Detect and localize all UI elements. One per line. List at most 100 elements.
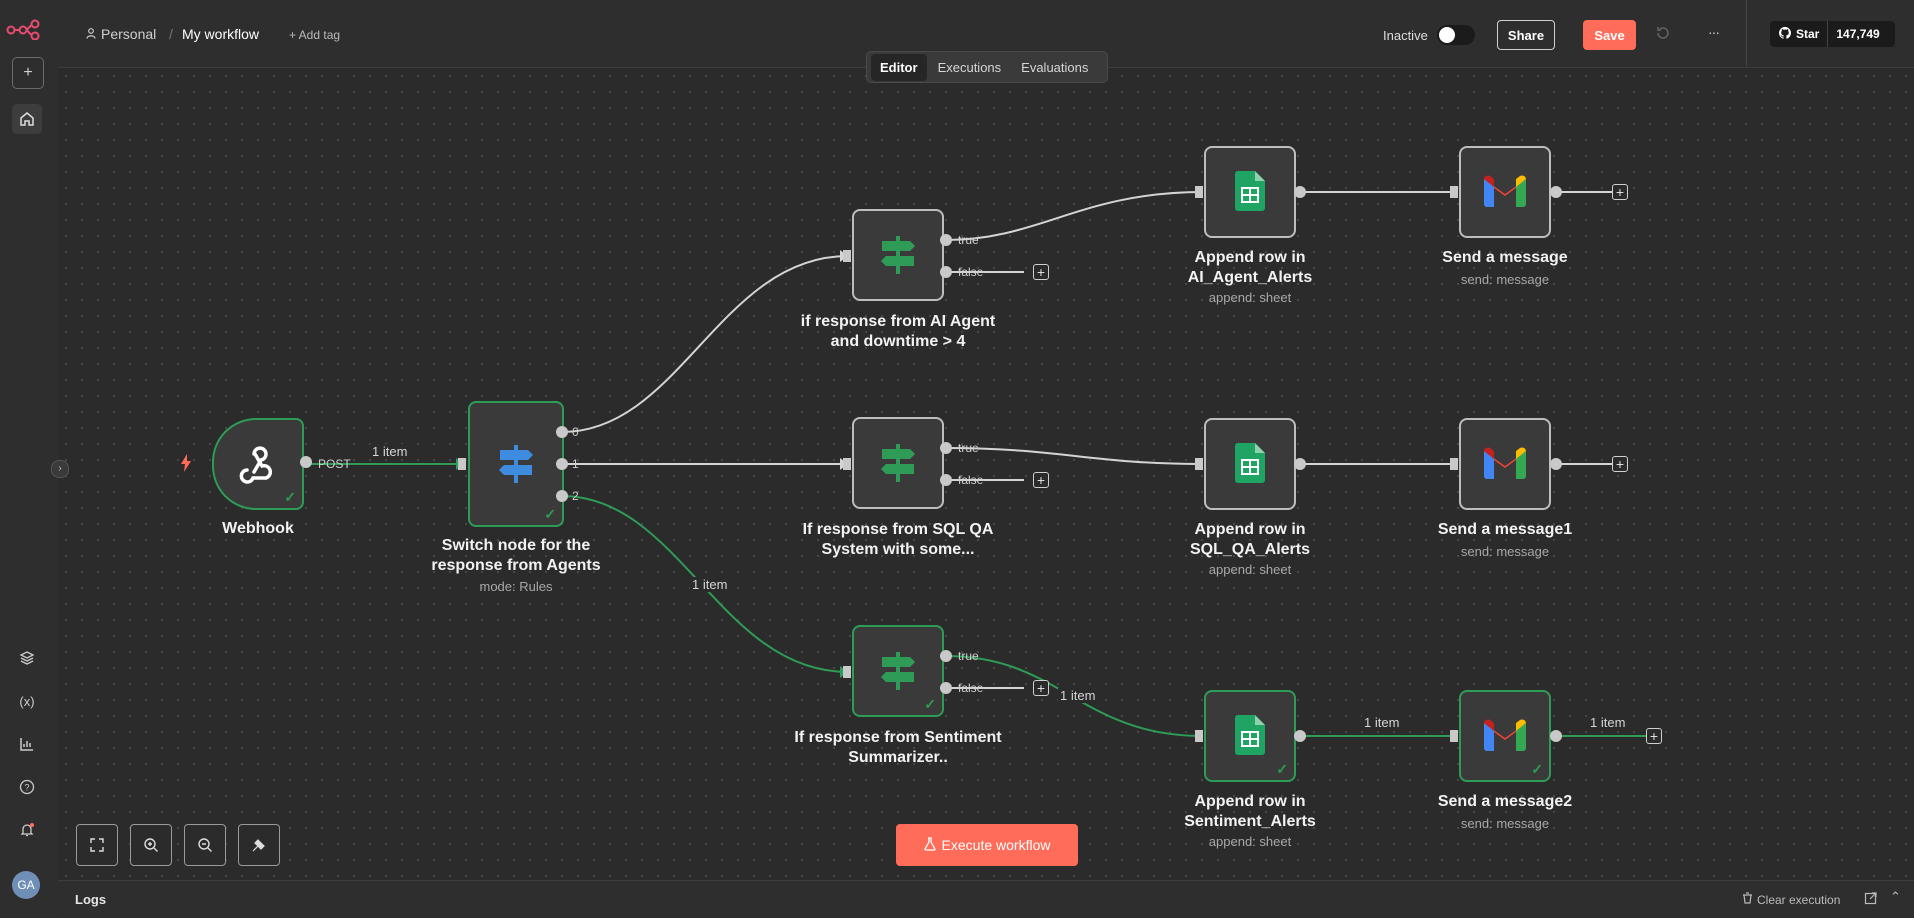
if-node-ai-agent[interactable] bbox=[852, 209, 944, 301]
output-port[interactable] bbox=[556, 426, 568, 438]
templates-icon[interactable] bbox=[12, 643, 42, 673]
switch-title: Switch node for the response from Agents bbox=[431, 537, 601, 574]
google-sheets-icon bbox=[1235, 442, 1265, 486]
output-port-false[interactable] bbox=[940, 266, 952, 278]
edge-item-count: 1 item bbox=[1588, 715, 1628, 730]
github-star-button[interactable]: Star 147,749 bbox=[1770, 21, 1895, 47]
append-node-ai-agent[interactable] bbox=[1204, 146, 1296, 238]
output-port[interactable] bbox=[1294, 186, 1306, 198]
home-icon[interactable] bbox=[12, 104, 42, 134]
editor-tabs: Editor Executions Evaluations bbox=[866, 51, 1108, 83]
add-tag-link[interactable]: + Add tag bbox=[289, 28, 340, 42]
add-button[interactable]: + bbox=[12, 57, 44, 89]
google-sheets-icon bbox=[1235, 170, 1265, 214]
false-label: false bbox=[958, 265, 984, 279]
history-icon[interactable] bbox=[1655, 25, 1675, 45]
output-port[interactable] bbox=[1550, 730, 1562, 742]
output-port-false[interactable] bbox=[940, 682, 952, 694]
user-avatar[interactable]: GA bbox=[12, 871, 40, 899]
gmail-icon bbox=[1484, 174, 1526, 210]
if-node-sql-qa[interactable] bbox=[852, 417, 944, 509]
output-port-true[interactable] bbox=[940, 650, 952, 662]
output-port[interactable] bbox=[556, 490, 568, 502]
success-check-icon: ✓ bbox=[284, 489, 296, 505]
output-port[interactable] bbox=[300, 456, 312, 468]
add-node-plus-button[interactable]: + bbox=[1612, 456, 1628, 472]
logs-label[interactable]: Logs bbox=[75, 892, 106, 907]
tab-executions[interactable]: Executions bbox=[929, 54, 1011, 81]
false-label: false bbox=[958, 473, 984, 487]
input-port[interactable] bbox=[843, 250, 851, 262]
project-user-icon bbox=[86, 26, 96, 42]
add-node-plus-button[interactable]: + bbox=[1033, 264, 1049, 280]
tab-editor[interactable]: Editor bbox=[871, 53, 927, 81]
input-port[interactable] bbox=[458, 458, 466, 470]
zoom-out-icon[interactable] bbox=[184, 824, 226, 866]
output-port[interactable] bbox=[1550, 186, 1562, 198]
tidy-up-icon[interactable] bbox=[238, 824, 280, 866]
save-button[interactable]: Save bbox=[1583, 20, 1636, 50]
zoom-in-icon[interactable] bbox=[130, 824, 172, 866]
fit-view-icon[interactable] bbox=[76, 824, 118, 866]
pop-out-icon[interactable] bbox=[1864, 891, 1878, 908]
gmail-node-send[interactable] bbox=[1459, 146, 1551, 238]
webhook-method-label: POST bbox=[318, 457, 351, 471]
output-port-false[interactable] bbox=[940, 474, 952, 486]
input-port[interactable] bbox=[1450, 730, 1458, 742]
active-toggle[interactable] bbox=[1437, 25, 1475, 45]
clear-execution-button[interactable]: Clear execution bbox=[1742, 892, 1840, 907]
output-port[interactable] bbox=[1294, 458, 1306, 470]
left-sidebar: + (x) ? GA › bbox=[0, 0, 69, 917]
variables-icon[interactable]: (x) bbox=[12, 686, 42, 716]
input-port[interactable] bbox=[1450, 458, 1458, 470]
input-port[interactable] bbox=[1195, 730, 1203, 742]
logs-panel-bar[interactable]: Logs Clear execution ⌃ bbox=[58, 880, 1914, 918]
input-port[interactable] bbox=[1450, 186, 1458, 198]
false-label: false bbox=[958, 681, 984, 695]
output-port-true[interactable] bbox=[940, 442, 952, 454]
n8n-logo[interactable] bbox=[6, 16, 46, 41]
chevron-up-icon[interactable]: ⌃ bbox=[1890, 889, 1901, 905]
input-port[interactable] bbox=[1195, 186, 1203, 198]
send2-subtitle: send: message bbox=[1460, 816, 1550, 831]
append-ai-agent-subtitle: append: sheet bbox=[1208, 290, 1292, 305]
signpost-icon bbox=[876, 648, 920, 695]
more-options-button[interactable]: ··· bbox=[1708, 24, 1720, 40]
append-node-sql-qa[interactable] bbox=[1204, 418, 1296, 510]
add-node-plus-button[interactable]: + bbox=[1646, 728, 1662, 744]
send-subtitle: send: message bbox=[1460, 272, 1550, 287]
flask-icon bbox=[923, 836, 936, 854]
workflow-canvas[interactable]: ✓ POST Webhook 1 item ✓ 0 1 2 Switch nod… bbox=[58, 68, 1914, 880]
tab-evaluations[interactable]: Evaluations bbox=[1012, 54, 1097, 81]
google-sheets-icon bbox=[1235, 714, 1265, 758]
trash-icon bbox=[1742, 892, 1753, 907]
insights-icon[interactable] bbox=[12, 729, 42, 759]
help-icon[interactable]: ? bbox=[12, 772, 42, 802]
breadcrumb-project[interactable]: Personal bbox=[101, 26, 156, 42]
switch-node[interactable]: ✓ bbox=[468, 401, 564, 527]
output-port[interactable] bbox=[1294, 730, 1306, 742]
switch-output-2: 2 bbox=[572, 489, 579, 503]
add-node-plus-button[interactable]: + bbox=[1033, 680, 1049, 696]
if-node-sentiment[interactable]: ✓ bbox=[852, 625, 944, 717]
notifications-bell-icon[interactable] bbox=[12, 815, 42, 845]
execute-workflow-button[interactable]: Execute workflow bbox=[896, 824, 1078, 866]
sidebar-collapse-toggle[interactable]: › bbox=[51, 460, 69, 478]
share-button[interactable]: Share bbox=[1497, 20, 1555, 50]
success-check-icon: ✓ bbox=[1276, 761, 1288, 777]
add-node-plus-button[interactable]: + bbox=[1612, 184, 1628, 200]
trigger-bolt-icon bbox=[180, 454, 192, 475]
input-port[interactable] bbox=[843, 666, 851, 678]
webhook-node[interactable]: ✓ bbox=[212, 418, 304, 510]
gmail-node-send1[interactable] bbox=[1459, 418, 1551, 510]
output-port[interactable] bbox=[556, 458, 568, 470]
append-node-sentiment[interactable]: ✓ bbox=[1204, 690, 1296, 782]
input-port[interactable] bbox=[1195, 458, 1203, 470]
output-port[interactable] bbox=[1550, 458, 1562, 470]
input-port[interactable] bbox=[843, 458, 851, 470]
switch-output-0: 0 bbox=[572, 425, 579, 439]
add-node-plus-button[interactable]: + bbox=[1033, 472, 1049, 488]
gmail-node-send2[interactable]: ✓ bbox=[1459, 690, 1551, 782]
output-port-true[interactable] bbox=[940, 234, 952, 246]
workflow-name[interactable]: My workflow bbox=[182, 26, 259, 42]
